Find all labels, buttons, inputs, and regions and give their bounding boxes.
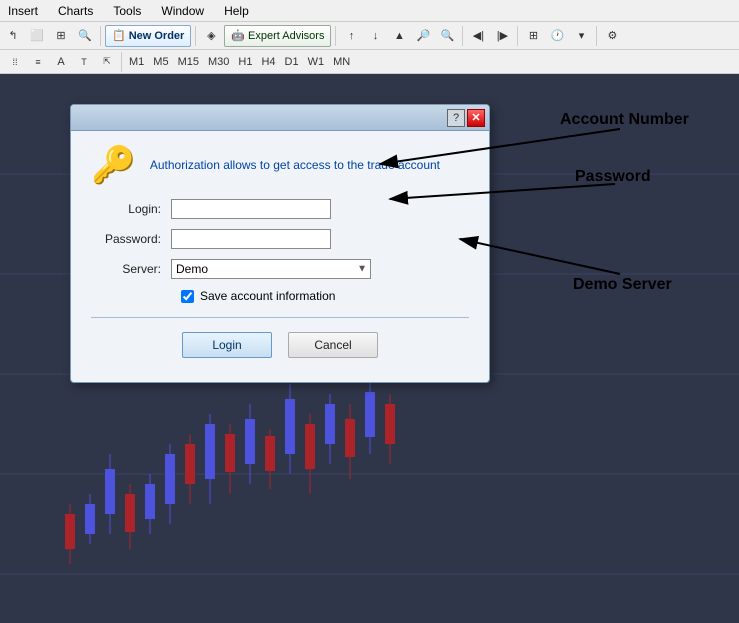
expert-advisors-button[interactable]: 🤖 Expert Advisors — [224, 25, 331, 47]
dialog-btn-row: Login Cancel — [91, 332, 469, 358]
toolbar1: ↰ ⬜ ⊞ 🔍 📋 New Order ◈ 🤖 Expert Advisors … — [0, 22, 739, 50]
server-label: Server: — [91, 262, 171, 276]
dialog-titlebar: ? ✕ — [71, 105, 489, 131]
tf-d1[interactable]: D1 — [281, 52, 303, 72]
cancel-button[interactable]: Cancel — [288, 332, 378, 358]
save-account-label: Save account information — [200, 289, 335, 303]
tf-h1[interactable]: H1 — [234, 52, 256, 72]
tb-shift-left-btn[interactable]: ◀| — [467, 25, 489, 47]
password-label: Password: — [91, 232, 171, 246]
tb-arrow2-btn[interactable]: ⇱ — [96, 51, 118, 73]
tb-chart-up-btn[interactable]: ↑ — [340, 25, 362, 47]
login-dialog: ? ✕ 🔑 Authorization allows to get access… — [70, 104, 490, 383]
password-row: Password: — [91, 229, 469, 249]
tb-shift-right-btn[interactable]: |▶ — [491, 25, 513, 47]
login-input[interactable] — [171, 199, 331, 219]
tf-m1[interactable]: M1 — [125, 52, 148, 72]
tf-m15[interactable]: M15 — [174, 52, 203, 72]
toolbar2: ⁞⁞ ≡ A T ⇱ M1 M5 M15 M30 H1 H4 D1 W1 MN — [0, 50, 739, 74]
tb-hline-btn[interactable]: ≡ — [27, 51, 49, 73]
menu-tools[interactable]: Tools — [109, 2, 145, 20]
tb-settings-btn[interactable]: ⚙ — [601, 25, 623, 47]
expert-advisors-icon: 🤖 — [231, 29, 245, 42]
tf-m5[interactable]: M5 — [149, 52, 172, 72]
tb-clock-btn[interactable]: 🕐 — [546, 25, 568, 47]
menu-bar: Insert Charts Tools Window Help — [0, 0, 739, 22]
tf-m30[interactable]: M30 — [204, 52, 233, 72]
tb-grid-btn[interactable]: ⊞ — [522, 25, 544, 47]
modal-overlay: ? ✕ 🔑 Authorization allows to get access… — [0, 74, 739, 623]
dialog-divider — [91, 317, 469, 318]
expert-advisors-label: Expert Advisors — [248, 30, 324, 42]
tb-text-btn[interactable]: A — [50, 51, 72, 73]
separator3 — [335, 26, 336, 46]
separator4 — [462, 26, 463, 46]
tb-crosshair-btn[interactable]: ⊞ — [50, 25, 72, 47]
save-account-checkbox[interactable] — [181, 290, 194, 303]
separator5 — [517, 26, 518, 46]
dialog-close-button[interactable]: ✕ — [467, 109, 485, 127]
new-order-button[interactable]: 📋 New Order — [105, 25, 191, 47]
tf-h4[interactable]: H4 — [257, 52, 279, 72]
dialog-body: 🔑 Authorization allows to get access to … — [71, 131, 489, 382]
server-select[interactable]: Demo — [171, 259, 371, 279]
tb-cursor-btn[interactable]: ⬜ — [26, 25, 48, 47]
menu-help[interactable]: Help — [220, 2, 253, 20]
tb-zoom-btn[interactable]: 🔍 — [74, 25, 96, 47]
separator7 — [121, 52, 122, 72]
keys-icon: 🔑 — [91, 147, 136, 183]
dialog-header: 🔑 Authorization allows to get access to … — [91, 147, 469, 183]
separator6 — [596, 26, 597, 46]
tb-zoom-out-btn[interactable]: 🔍 — [436, 25, 458, 47]
new-order-icon: 📋 — [112, 29, 126, 42]
tb-chart-down-btn[interactable]: ↓ — [364, 25, 386, 47]
tb-diamond-btn[interactable]: ◈ — [200, 25, 222, 47]
login-row: Login: — [91, 199, 469, 219]
save-account-row: Save account information — [181, 289, 469, 303]
login-label: Login: — [91, 202, 171, 216]
tf-mn[interactable]: MN — [329, 52, 354, 72]
tf-w1[interactable]: W1 — [304, 52, 329, 72]
tb-arrow-btn[interactable]: ↰ — [2, 25, 24, 47]
tb-chart-type-btn[interactable]: ▲ — [388, 25, 410, 47]
tb-line-btn[interactable]: ⁞⁞ — [4, 51, 26, 73]
new-order-label: New Order — [129, 30, 185, 42]
login-button[interactable]: Login — [182, 332, 272, 358]
tb-zoom-in-btn[interactable]: 🔎 — [412, 25, 434, 47]
dialog-info-text: Authorization allows to get access to th… — [150, 158, 440, 172]
server-row: Server: Demo ▼ — [91, 259, 469, 279]
menu-window[interactable]: Window — [157, 2, 208, 20]
menu-charts[interactable]: Charts — [54, 2, 97, 20]
separator1 — [100, 26, 101, 46]
tb-label-btn[interactable]: T — [73, 51, 95, 73]
menu-insert[interactable]: Insert — [4, 2, 42, 20]
server-select-wrapper: Demo ▼ — [171, 259, 371, 279]
separator2 — [195, 26, 196, 46]
dialog-help-button[interactable]: ? — [447, 109, 465, 127]
tb-dropdown-btn[interactable]: ▾ — [570, 25, 592, 47]
password-input[interactable] — [171, 229, 331, 249]
